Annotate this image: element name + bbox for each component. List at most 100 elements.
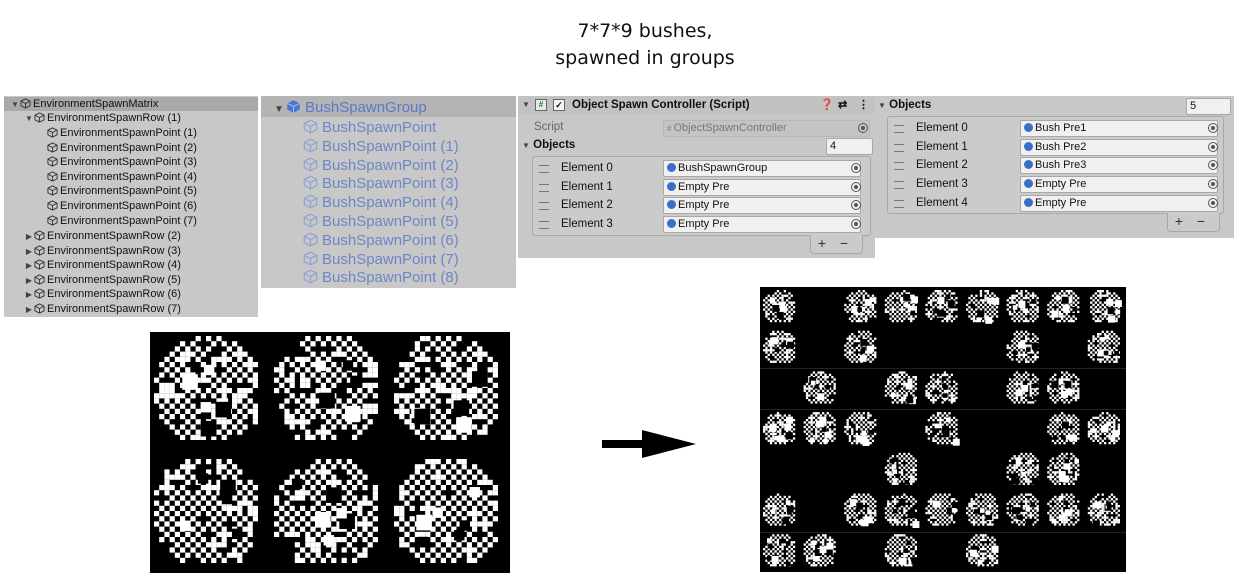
bush-cluster (844, 493, 877, 527)
objects-foldout[interactable]: ▼ Objects (878, 96, 931, 114)
objects-foldout[interactable]: ▼ Objects (522, 136, 575, 154)
bush-spawn-point-row[interactable]: BushSpawnPoint (4) (303, 193, 459, 212)
hierarchy-item-label: EnvironmentSpawnRow (3) (47, 244, 181, 257)
element-object-field[interactable]: BushSpawnGroup (663, 160, 861, 177)
bush-cluster (884, 371, 917, 405)
hierarchy-root-row[interactable]: ▼ EnvironmentSpawnMatrix (4, 97, 258, 111)
hierarchy-spawn-row[interactable]: ▶ EnvironmentSpawnRow (3) (24, 244, 181, 258)
element-label: Element 0 (916, 122, 968, 134)
prefab-icon (1024, 160, 1033, 170)
hierarchy-spawn-row[interactable]: ▶ EnvironmentSpawnRow (5) (24, 273, 181, 287)
object-spawn-controller-inspector: ▼ # ✓ Object Spawn Controller (Script) ❓… (518, 96, 875, 258)
bush-spawn-point-row[interactable]: BushSpawnPoint (3) (303, 174, 459, 193)
bush-spawn-point-row[interactable]: BushSpawnPoint (303, 118, 436, 137)
bush-cluster (154, 336, 258, 440)
gameobject-cube-icon (47, 185, 58, 196)
bush-spawn-point-row[interactable]: BushSpawnPoint (5) (303, 212, 459, 231)
add-element-button[interactable]: + (811, 235, 833, 251)
element-value: Empty Pre (678, 218, 730, 231)
element-object-field[interactable]: Bush Pre1 (1020, 120, 1218, 137)
bush-cluster (763, 534, 796, 567)
collapse-arrow-icon[interactable]: ▼ (878, 101, 886, 110)
expand-arrow-icon[interactable]: ▶ (24, 230, 34, 244)
bush-cluster (966, 290, 1000, 324)
hierarchy-spawn-row[interactable]: ▶ EnvironmentSpawnRow (4) (24, 258, 181, 272)
drag-handle-icon[interactable] (894, 162, 904, 171)
object-picker-icon (858, 123, 868, 133)
drag-handle-icon[interactable] (894, 199, 904, 208)
prefab-icon (667, 181, 676, 191)
object-picker-icon[interactable] (1208, 141, 1218, 152)
bush-spawn-point-label: BushSpawnPoint (2) (322, 156, 459, 174)
drag-handle-icon[interactable] (539, 221, 549, 230)
bush-spawn-point-row[interactable]: BushSpawnPoint (1) (303, 137, 459, 156)
bush-cluster (1047, 493, 1080, 526)
hierarchy-spawn-point[interactable]: EnvironmentSpawnPoint (7) (47, 214, 197, 228)
element-object-field[interactable]: Empty Pre (663, 216, 861, 234)
drag-handle-icon[interactable] (894, 143, 904, 152)
gameobject-cube-icon (34, 112, 45, 123)
bush-cluster (925, 493, 960, 526)
component-header: ▼ # ✓ Object Spawn Controller (Script) ❓… (518, 96, 875, 114)
hierarchy-spawn-row[interactable]: ▶ EnvironmentSpawnRow (6) (24, 287, 181, 301)
element-object-field[interactable]: Empty Pre (1020, 176, 1218, 194)
drag-handle-icon[interactable] (539, 202, 549, 211)
element-object-field[interactable]: Bush Pre2 (1020, 138, 1218, 156)
hierarchy-item-label: EnvironmentSpawnRow (2) (47, 230, 181, 242)
expand-arrow-icon[interactable]: ▶ (24, 259, 34, 273)
hierarchy-spawn-point[interactable]: EnvironmentSpawnPoint (6) (47, 199, 197, 213)
bush-cluster (1087, 330, 1120, 363)
bush-cluster (884, 534, 919, 567)
element-object-field[interactable]: Bush Pre3 (1020, 157, 1218, 175)
bush-cluster (925, 290, 958, 323)
hierarchy-spawn-point[interactable]: EnvironmentSpawnPoint (1) (47, 126, 197, 140)
preset-icon[interactable]: ⇄ (838, 96, 847, 114)
bush-spawn-point-row[interactable]: BushSpawnPoint (7) (303, 250, 459, 269)
object-picker-icon[interactable] (1208, 123, 1218, 133)
bush-spawn-point-row[interactable]: BushSpawnPoint (2) (303, 156, 459, 175)
spawned-grid-render (760, 287, 1126, 572)
element-object-field[interactable]: Empty Pre (663, 197, 861, 215)
drag-handle-icon[interactable] (894, 125, 904, 133)
element-value: Empty Pre (1035, 178, 1087, 191)
gameobject-cube-icon (47, 200, 58, 211)
gameobject-cube-icon (34, 274, 45, 285)
more-options-icon[interactable]: ⋮ (858, 96, 869, 114)
bush-spawn-point-row[interactable]: BushSpawnPoint (6) (303, 231, 459, 250)
collapse-arrow-icon[interactable]: ▼ (522, 96, 530, 114)
remove-element-button[interactable]: − (1190, 213, 1212, 229)
hierarchy-row-expanded[interactable]: ▼ EnvironmentSpawnRow (1) (24, 111, 181, 125)
bush-spawn-point-row[interactable]: BushSpawnPoint (8) (303, 268, 459, 287)
expand-arrow-icon[interactable]: ▶ (24, 288, 34, 302)
object-picker-icon[interactable] (851, 163, 861, 173)
collapse-arrow-icon[interactable]: ▼ (522, 141, 530, 150)
grid-separator (760, 368, 1126, 369)
help-icon[interactable]: ❓ (820, 96, 834, 114)
expand-arrow-icon[interactable]: ▼ (10, 98, 20, 112)
hierarchy-spawn-row[interactable]: ▶ EnvironmentSpawnRow (2) (24, 229, 181, 243)
expand-arrow-icon[interactable]: ▶ (24, 303, 34, 317)
hierarchy-spawn-point[interactable]: EnvironmentSpawnPoint (4) (47, 170, 197, 184)
add-element-button[interactable]: + (1168, 213, 1190, 229)
enabled-checkbox[interactable]: ✓ (553, 99, 565, 111)
bush-group-root-row[interactable]: ▼ BushSpawnGroup (272, 98, 427, 117)
object-picker-icon[interactable] (851, 181, 861, 192)
drag-handle-icon[interactable] (894, 181, 904, 190)
expand-arrow-icon[interactable]: ▶ (24, 274, 34, 288)
bush-cluster (1006, 493, 1039, 526)
objects-count-field[interactable]: 4 (826, 138, 873, 155)
hierarchy-spawn-point[interactable]: EnvironmentSpawnPoint (5) (47, 184, 197, 198)
drag-handle-icon[interactable] (539, 165, 549, 173)
hierarchy-spawn-row[interactable]: ▶ EnvironmentSpawnRow (7) (24, 302, 181, 316)
expand-arrow-icon[interactable]: ▼ (24, 112, 34, 126)
expand-arrow-icon[interactable]: ▶ (24, 245, 34, 259)
drag-handle-icon[interactable] (539, 183, 549, 192)
hierarchy-spawn-point[interactable]: EnvironmentSpawnPoint (2) (47, 141, 197, 155)
object-picker-icon[interactable] (1208, 197, 1218, 208)
element-object-field[interactable]: Empty Pre (663, 178, 861, 196)
remove-element-button[interactable]: − (833, 235, 855, 251)
objects-count-field[interactable]: 5 (1186, 98, 1231, 115)
element-object-field[interactable]: Empty Pre (1020, 194, 1218, 212)
hierarchy-spawn-point[interactable]: EnvironmentSpawnPoint (3) (47, 155, 197, 169)
expand-arrow-icon[interactable]: ▼ (272, 100, 286, 119)
